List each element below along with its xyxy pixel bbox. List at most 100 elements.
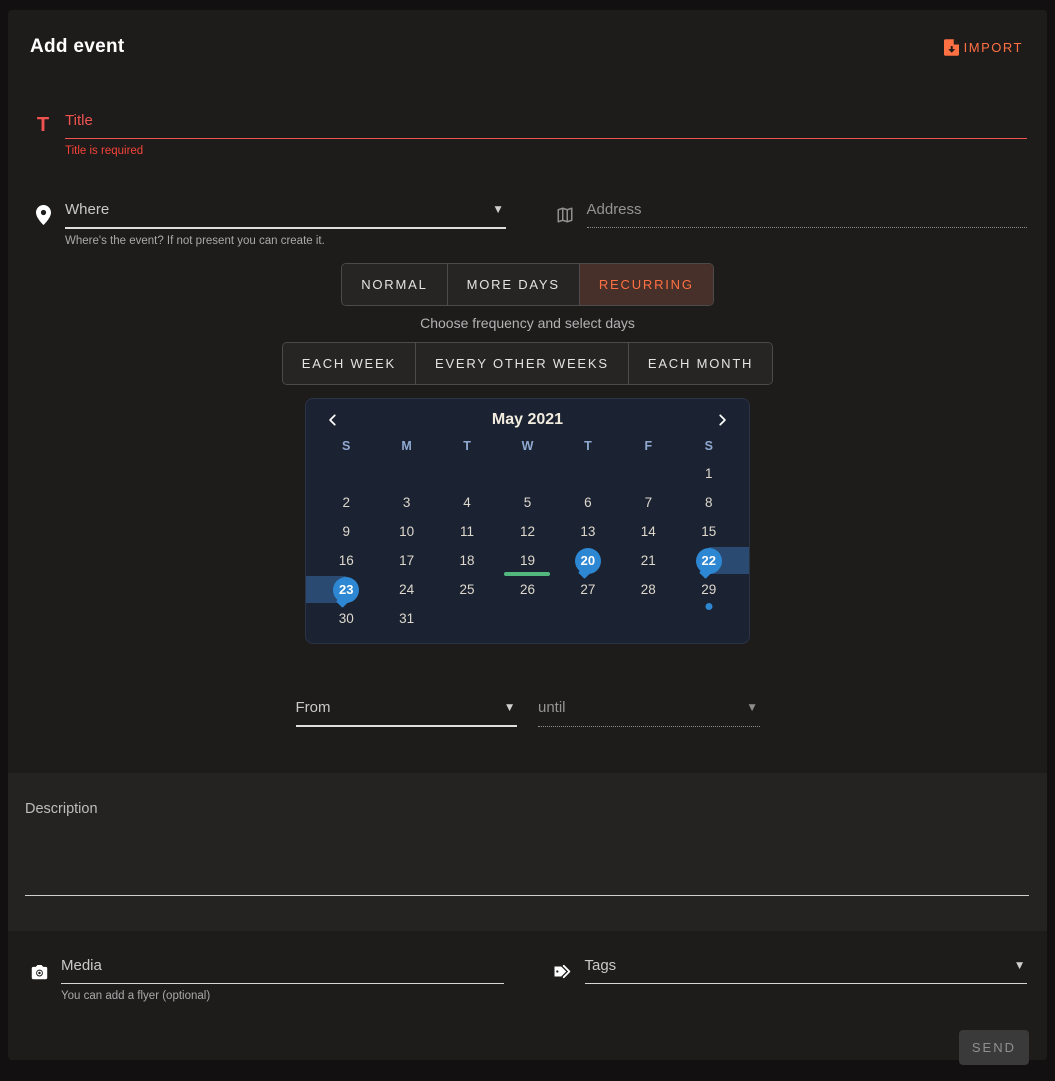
import-label: IMPORT — [964, 40, 1023, 55]
title-input[interactable]: Title — [65, 112, 1027, 139]
calendar-day[interactable]: 12 — [497, 517, 557, 546]
calendar-day[interactable]: 8 — [679, 488, 739, 517]
calendar-day[interactable]: 18 — [437, 546, 497, 575]
day-event-dot — [705, 603, 712, 610]
location-pin-icon — [30, 205, 56, 229]
send-button[interactable]: SEND — [959, 1030, 1029, 1065]
calendar-day-headers: SMTWTFS — [316, 433, 739, 459]
calendar-day[interactable]: 15 — [679, 517, 739, 546]
until-placeholder: until — [538, 699, 566, 716]
description-label: Description — [25, 801, 1029, 817]
calendar-day[interactable]: 20 — [558, 546, 618, 575]
calendar-day[interactable]: 26 — [497, 575, 557, 604]
tags-placeholder: Tags — [585, 957, 617, 974]
calendar-day[interactable]: 23 — [316, 575, 376, 604]
tab-each-month[interactable]: EACH MONTH — [628, 343, 772, 384]
calendar-day[interactable]: 25 — [437, 575, 497, 604]
calendar-day[interactable]: 14 — [618, 517, 678, 546]
calendar-day[interactable]: 9 — [316, 517, 376, 546]
calendar: May 2021 SMTWTFS 12345678910111213141516… — [305, 398, 750, 644]
send-row: SEND — [8, 1002, 1047, 1065]
calendar-day[interactable]: 27 — [558, 575, 618, 604]
media-input[interactable]: Media — [61, 957, 504, 984]
description-textarea[interactable] — [25, 895, 1029, 896]
tab-every-other-weeks[interactable]: EVERY OTHER WEEKS — [415, 343, 628, 384]
frequency-hint: Choose frequency and select days — [8, 315, 1047, 331]
from-dropdown-arrow: ▼ — [506, 703, 517, 713]
calendar-day[interactable]: 19 — [497, 546, 557, 575]
title-field-group: T Title Title is required — [30, 112, 1027, 157]
page-title: Add event — [30, 36, 125, 58]
media-tags-row: Media You can add a flyer (optional) Ta — [26, 957, 1027, 1002]
calendar-day[interactable]: 13 — [558, 517, 618, 546]
calendar-day[interactable]: 30 — [316, 604, 376, 633]
calendar-day[interactable]: 10 — [376, 517, 436, 546]
frequency-tabs: EACH WEEK EVERY OTHER WEEKS EACH MONTH — [8, 342, 1047, 385]
from-placeholder: From — [296, 699, 331, 716]
calendar-day-empty — [558, 604, 618, 633]
address-placeholder: Address — [587, 201, 642, 218]
calendar-day[interactable]: 22 — [679, 546, 739, 575]
calendar-day[interactable]: 5 — [497, 488, 557, 517]
calendar-header: May 2021 — [316, 407, 739, 433]
calendar-day-of-week: S — [679, 433, 739, 459]
calendar-day[interactable]: 11 — [437, 517, 497, 546]
until-dropdown-arrow: ▼ — [749, 703, 760, 713]
calendar-day[interactable]: 28 — [618, 575, 678, 604]
where-helper: Where's the event? If not present you ca… — [65, 235, 506, 247]
calendar-day[interactable]: 24 — [376, 575, 436, 604]
address-field-group: Address — [552, 201, 1028, 247]
media-helper: You can add a flyer (optional) — [61, 990, 504, 1002]
calendar-prev-button[interactable] — [322, 411, 344, 429]
calendar-day[interactable]: 2 — [316, 488, 376, 517]
calendar-day[interactable]: 6 — [558, 488, 618, 517]
tags-select[interactable]: Tags ▼ — [585, 957, 1028, 984]
calendar-day-of-week: T — [558, 433, 618, 459]
mode-tabs: NORMAL MORE DAYS RECURRING — [8, 263, 1047, 306]
calendar-day[interactable]: 17 — [376, 546, 436, 575]
where-field-group: Where ▼ Where's the event? If not presen… — [30, 201, 506, 247]
camera-icon — [26, 963, 52, 984]
calendar-day[interactable]: 31 — [376, 604, 436, 633]
calendar-day[interactable]: 29 — [679, 575, 739, 604]
import-file-icon — [944, 39, 959, 56]
calendar-day-empty — [497, 604, 557, 633]
calendar-day-empty — [437, 459, 497, 488]
tab-recurring[interactable]: RECURRING — [579, 264, 713, 305]
where-select[interactable]: Where ▼ — [65, 201, 506, 229]
title-placeholder: Title — [65, 112, 93, 129]
tags-field-group: Tags ▼ — [550, 957, 1028, 1002]
description-panel: Description — [8, 773, 1047, 931]
calendar-grid: 1234567891011121314151617181920212223242… — [316, 459, 739, 633]
import-button[interactable]: IMPORT — [944, 39, 1023, 56]
add-event-card: Add event IMPORT T Title Title is requir… — [8, 10, 1047, 1060]
calendar-day[interactable]: 4 — [437, 488, 497, 517]
calendar-day-of-week: T — [437, 433, 497, 459]
calendar-day-of-week: M — [376, 433, 436, 459]
where-dropdown-arrow: ▼ — [495, 205, 506, 215]
time-row: From ▼ until ▼ — [296, 699, 760, 727]
tab-more-days[interactable]: MORE DAYS — [447, 264, 579, 305]
tab-normal[interactable]: NORMAL — [342, 264, 446, 305]
calendar-day[interactable]: 1 — [679, 459, 739, 488]
from-select[interactable]: From ▼ — [296, 699, 518, 727]
where-placeholder: Where — [65, 201, 109, 218]
location-row: Where ▼ Where's the event? If not presen… — [30, 201, 1027, 247]
calendar-day[interactable]: 3 — [376, 488, 436, 517]
calendar-day-empty — [376, 459, 436, 488]
address-input[interactable]: Address — [587, 201, 1028, 228]
tags-icon — [550, 963, 576, 984]
calendar-day-of-week: W — [497, 433, 557, 459]
title-icon: T — [30, 115, 56, 139]
tags-dropdown-arrow: ▼ — [1016, 961, 1027, 971]
media-placeholder: Media — [61, 957, 102, 974]
calendar-day[interactable]: 7 — [618, 488, 678, 517]
header: Add event IMPORT — [8, 10, 1047, 58]
calendar-day-of-week: S — [316, 433, 376, 459]
calendar-day[interactable]: 16 — [316, 546, 376, 575]
calendar-day-empty — [618, 604, 678, 633]
tab-each-week[interactable]: EACH WEEK — [283, 343, 415, 384]
calendar-next-button[interactable] — [711, 411, 733, 429]
calendar-day[interactable]: 21 — [618, 546, 678, 575]
until-select[interactable]: until ▼ — [538, 699, 760, 727]
